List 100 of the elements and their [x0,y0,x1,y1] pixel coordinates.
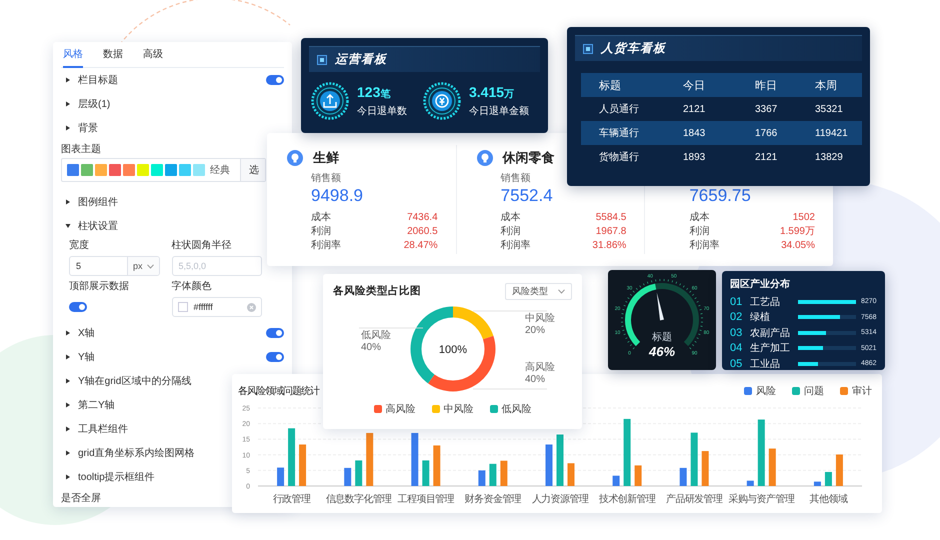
unit-dropdown[interactable]: px [126,257,158,275]
chart-bar [634,465,642,486]
stat-label: 今日退单金额 [469,104,529,118]
industry-name: 绿植 [750,310,771,324]
caret-icon[interactable] [65,402,71,408]
risk-type-dropdown[interactable]: 风险类型 [505,282,572,300]
legend-label: 中风险 [444,402,474,416]
chart-bar [814,482,821,486]
axis-category-label: 技术创新管理 [598,494,656,505]
chart-bar [746,480,754,486]
table-cell-text: 35321 [815,104,844,114]
chart-title: 各风险类型占比图 [333,284,421,298]
table-cell-text: 1766 [755,128,778,138]
caret-icon[interactable] [65,125,71,131]
caret-icon[interactable] [65,474,71,480]
axis-category-label: 信息数字化管理 [326,494,392,505]
caret-icon[interactable] [65,101,71,107]
setting-label: 图表主题 [61,142,101,157]
toggle-switch[interactable] [266,75,284,85]
chart-bar [568,463,574,486]
metric-value: 28.47% [404,240,438,250]
metric-value: 1967.8 [596,226,626,236]
section-label: 栏目标题 [78,74,118,87]
inbox-badge-icon [311,82,349,120]
metric-label: 利润率 [311,238,341,252]
table-cell-text: 货物通行 [599,150,640,164]
table-cell-text: 2121 [755,152,778,162]
card-title: 园区产业分布 [729,278,791,292]
chart-bar [546,444,552,486]
panel-tab[interactable]: 数据 [103,42,123,68]
board-title: 人货车看板 [601,40,666,57]
slice-percent: 40% [361,342,382,353]
caret-icon[interactable] [65,223,71,229]
axis-category-label: 工程项目管理 [398,494,454,505]
chart-bar [758,420,765,486]
caret-icon[interactable] [65,354,71,360]
metric-value: 5584.5 [596,212,626,222]
column-header: 本周 [815,78,838,92]
legend-label: 低风险 [502,403,532,416]
column-header: 昨日 [755,78,778,92]
metric-label: 成本 [689,210,710,224]
chart-bar [624,418,631,486]
metric-label: 成本 [500,210,521,224]
chart-bar [344,468,352,486]
caret-icon[interactable] [65,450,71,456]
section-label: 柱状设置 [78,220,118,233]
chart-bar [702,451,709,486]
theme-name: 经典 [210,164,230,177]
caret-icon[interactable] [65,426,71,432]
toggle-switch[interactable] [266,328,284,338]
setting-label: 是否全屏 [61,492,101,506]
section-label: grid直角坐标系内绘图网格 [78,446,195,460]
section-label: 层级(1) [78,98,110,111]
slice-label: 高风险 [525,362,555,373]
color-field[interactable]: #ffffff [172,297,262,317]
table-cell-text: 车辆通行 [599,126,640,140]
metric-value: 31.86% [592,240,626,250]
metric-value: 1502 [792,212,815,222]
metric-value: 34.05% [781,240,815,250]
panel-tab[interactable]: 高级 [143,42,163,68]
metric-label: 利润 [311,224,331,238]
metric-label: 销售额 [500,172,532,186]
stat-value: 123笔 [357,84,392,101]
section-label: X轴 [78,326,95,340]
axis-category-label: 行政管理 [272,494,310,505]
chart-bar [556,434,564,486]
gauge-reading: 46% [648,344,676,359]
industry-name: 工艺品 [750,296,781,309]
table-cell-text: 2121 [683,104,706,114]
section-label: 工具栏组件 [78,422,128,436]
metric-value: 2060.5 [407,226,438,236]
caret-icon[interactable] [65,199,71,205]
section-label: 第二Y轴 [78,398,115,412]
legend-label: 风险 [756,385,776,398]
select-button[interactable]: 选 [240,159,265,181]
panel-tab[interactable]: 风格 [63,42,83,68]
square-icon [317,54,327,64]
toggle-switch[interactable] [69,302,87,312]
toggle-switch[interactable] [266,352,284,362]
chevron-down-icon [558,288,565,294]
chart-bar [277,468,284,486]
section-label: Y轴 [78,350,95,364]
radius-field[interactable]: 5,5,0,0 [172,256,262,276]
theme-picker[interactable]: 经典 选 [61,158,266,182]
square-icon [583,44,593,54]
center-label: 100% [438,344,468,356]
width-field[interactable]: 5 px [69,256,160,276]
table-cell-text: 13829 [815,152,844,162]
legend-label: 问题 [804,385,824,398]
slice-label: 中风险 [525,313,555,324]
caret-icon[interactable] [65,77,71,83]
metric-value: 1.599万 [780,225,815,238]
caret-icon[interactable] [65,378,71,384]
stat-value: 3.415万 [469,84,516,101]
section-label: 背景 [78,122,98,135]
metric-value: 7436.4 [407,212,438,222]
chart-bar [478,470,486,486]
axis-category-label: 财务资金管理 [464,494,522,505]
chart-bar [299,444,306,486]
column-header: 今日 [683,78,706,92]
